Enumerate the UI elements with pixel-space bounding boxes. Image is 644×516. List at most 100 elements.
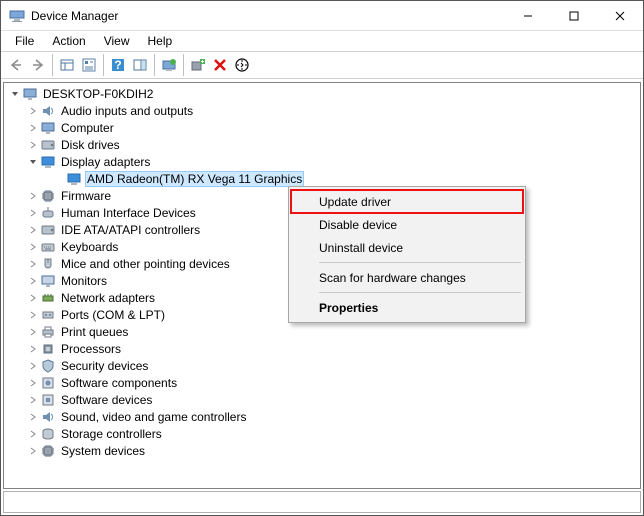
category-label[interactable]: Storage controllers bbox=[59, 427, 164, 441]
category-label[interactable]: IDE ATA/ATAPI controllers bbox=[59, 223, 202, 237]
chevron-right-icon[interactable] bbox=[26, 140, 40, 150]
chevron-right-icon[interactable] bbox=[26, 225, 40, 235]
category-label[interactable]: System devices bbox=[59, 444, 147, 458]
tree-category[interactable]: Disk drives bbox=[4, 136, 640, 153]
context-menu-item[interactable]: Properties bbox=[291, 296, 523, 319]
port-icon bbox=[40, 307, 56, 323]
category-label[interactable]: Human Interface Devices bbox=[59, 206, 198, 220]
back-button[interactable] bbox=[5, 54, 27, 76]
tree-category[interactable]: Security devices bbox=[4, 357, 640, 374]
tree-root[interactable]: DESKTOP-F0KDIH2 bbox=[4, 85, 640, 102]
chevron-down-icon[interactable] bbox=[8, 89, 22, 99]
add-hardware-button[interactable] bbox=[187, 54, 209, 76]
chevron-right-icon[interactable] bbox=[26, 344, 40, 354]
category-label[interactable]: Computer bbox=[59, 121, 116, 135]
tree-category[interactable]: Sound, video and game controllers bbox=[4, 408, 640, 425]
chip-icon bbox=[40, 443, 56, 459]
tree-category[interactable]: Software components bbox=[4, 374, 640, 391]
help-button[interactable]: ? bbox=[107, 54, 129, 76]
chevron-right-icon[interactable] bbox=[26, 446, 40, 456]
net-icon bbox=[40, 290, 56, 306]
chevron-right-icon[interactable] bbox=[26, 293, 40, 303]
context-menu-separator bbox=[319, 262, 521, 263]
uninstall-button[interactable] bbox=[209, 54, 231, 76]
display-icon bbox=[66, 171, 82, 187]
category-label[interactable]: Ports (COM & LPT) bbox=[59, 308, 167, 322]
status-bar bbox=[3, 491, 641, 513]
menu-help[interactable]: Help bbox=[140, 32, 181, 50]
tree-category[interactable]: Computer bbox=[4, 119, 640, 136]
context-menu-item[interactable]: Uninstall device bbox=[291, 236, 523, 259]
tree-category[interactable]: Display adapters bbox=[4, 153, 640, 170]
chevron-right-icon[interactable] bbox=[26, 327, 40, 337]
swd-icon bbox=[40, 392, 56, 408]
category-label[interactable]: Processors bbox=[59, 342, 123, 356]
chevron-right-icon[interactable] bbox=[26, 276, 40, 286]
device-label[interactable]: AMD Radeon(TM) RX Vega 11 Graphics bbox=[85, 171, 304, 187]
menubar: File Action View Help bbox=[1, 31, 643, 51]
forward-button[interactable] bbox=[27, 54, 49, 76]
storage-icon bbox=[40, 426, 56, 442]
swc-icon bbox=[40, 375, 56, 391]
category-label[interactable]: Security devices bbox=[59, 359, 150, 373]
close-button[interactable] bbox=[597, 1, 643, 30]
category-label[interactable]: Network adapters bbox=[59, 291, 157, 305]
context-menu-item[interactable]: Disable device bbox=[291, 213, 523, 236]
category-label[interactable]: Monitors bbox=[59, 274, 109, 288]
tree-category[interactable]: Storage controllers bbox=[4, 425, 640, 442]
scan-hardware-button[interactable] bbox=[231, 54, 253, 76]
chevron-right-icon[interactable] bbox=[26, 259, 40, 269]
computer-icon bbox=[22, 86, 38, 102]
menu-view[interactable]: View bbox=[96, 32, 138, 50]
maximize-button[interactable] bbox=[551, 1, 597, 30]
category-label[interactable]: Sound, video and game controllers bbox=[59, 410, 248, 424]
category-label[interactable]: Print queues bbox=[59, 325, 130, 339]
cpu-icon bbox=[40, 341, 56, 357]
show-hidden-button[interactable] bbox=[56, 54, 78, 76]
chevron-right-icon[interactable] bbox=[26, 361, 40, 371]
chevron-right-icon[interactable] bbox=[26, 310, 40, 320]
chevron-right-icon[interactable] bbox=[26, 395, 40, 405]
chevron-right-icon[interactable] bbox=[26, 123, 40, 133]
chevron-down-icon[interactable] bbox=[26, 157, 40, 167]
chevron-right-icon[interactable] bbox=[26, 412, 40, 422]
minimize-button[interactable] bbox=[505, 1, 551, 30]
category-label[interactable]: Software components bbox=[59, 376, 179, 390]
shield-icon bbox=[40, 358, 56, 374]
keyboard-icon bbox=[40, 239, 56, 255]
speaker-icon bbox=[40, 103, 56, 119]
category-label[interactable]: Disk drives bbox=[59, 138, 122, 152]
category-label[interactable]: Keyboards bbox=[59, 240, 120, 254]
tree-category[interactable]: Processors bbox=[4, 340, 640, 357]
category-label[interactable]: Software devices bbox=[59, 393, 154, 407]
update-driver-toolbar-button[interactable] bbox=[158, 54, 180, 76]
tree-category[interactable]: Software devices bbox=[4, 391, 640, 408]
menu-action[interactable]: Action bbox=[44, 32, 93, 50]
context-menu-separator bbox=[319, 292, 521, 293]
svg-text:?: ? bbox=[114, 58, 121, 72]
menu-file[interactable]: File bbox=[7, 32, 42, 50]
context-menu-item[interactable]: Update driver bbox=[291, 190, 523, 213]
root-label[interactable]: DESKTOP-F0KDIH2 bbox=[41, 87, 155, 101]
tree-category[interactable]: Print queues bbox=[4, 323, 640, 340]
device-tree[interactable]: DESKTOP-F0KDIH2 Audio inputs and outputs… bbox=[3, 82, 641, 489]
hid-icon bbox=[40, 205, 56, 221]
chevron-right-icon[interactable] bbox=[26, 191, 40, 201]
chevron-right-icon[interactable] bbox=[26, 208, 40, 218]
properties-button[interactable] bbox=[78, 54, 100, 76]
chevron-right-icon[interactable] bbox=[26, 242, 40, 252]
action-pane-button[interactable] bbox=[129, 54, 151, 76]
tree-category[interactable]: Audio inputs and outputs bbox=[4, 102, 640, 119]
chevron-right-icon[interactable] bbox=[26, 429, 40, 439]
category-label[interactable]: Display adapters bbox=[59, 155, 152, 169]
printer-icon bbox=[40, 324, 56, 340]
chevron-right-icon[interactable] bbox=[26, 106, 40, 116]
chevron-right-icon[interactable] bbox=[26, 378, 40, 388]
tree-category[interactable]: System devices bbox=[4, 442, 640, 459]
category-label[interactable]: Audio inputs and outputs bbox=[59, 104, 195, 118]
context-menu-item[interactable]: Scan for hardware changes bbox=[291, 266, 523, 289]
disk-icon bbox=[40, 137, 56, 153]
category-label[interactable]: Firmware bbox=[59, 189, 113, 203]
category-label[interactable]: Mice and other pointing devices bbox=[59, 257, 232, 271]
tree-device[interactable]: AMD Radeon(TM) RX Vega 11 Graphics bbox=[4, 170, 640, 187]
